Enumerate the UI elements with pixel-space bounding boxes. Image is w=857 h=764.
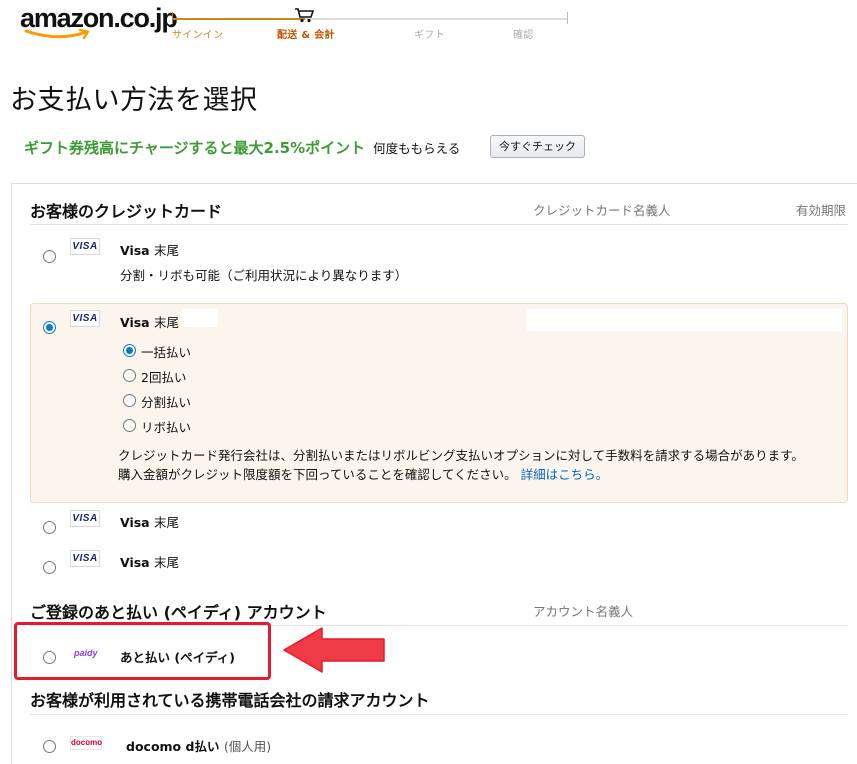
installment-lump-sum-radio[interactable] xyxy=(123,344,136,357)
card-2-label[interactable]: Visa 末尾 xyxy=(120,312,179,331)
redacted-card-holder xyxy=(526,309,842,331)
disclaimer-line-2: 購入金額がクレジット限度額を下回っていることを確認してください。 詳細はこちら。 xyxy=(118,467,609,482)
step-gift: ギフト xyxy=(414,30,445,41)
docomo-radio[interactable] xyxy=(43,740,56,753)
card-4-label[interactable]: Visa 末尾 xyxy=(120,552,179,571)
installment-2x-radio[interactable] xyxy=(123,369,136,382)
details-link-period: 。 xyxy=(595,467,609,482)
installment-revolving-label[interactable]: リボ払い xyxy=(141,417,191,436)
gift-card-promo: ギフト券残高にチャージすると最大2.5%ポイント 何度ももらえる 今すぐチェック xyxy=(24,135,585,158)
installment-split-label[interactable]: 分割払い xyxy=(141,392,191,411)
page-title: お支払い方法を選択 xyxy=(10,85,258,116)
installment-split-radio[interactable] xyxy=(123,394,136,407)
visa-card-icon: VISA xyxy=(70,310,100,327)
step-confirm: 確認 xyxy=(513,30,534,41)
card-1-label[interactable]: Visa 末尾 xyxy=(120,240,179,259)
docomo-logo: docomo xyxy=(70,736,102,750)
progress-fill xyxy=(172,18,305,20)
installment-2x-label[interactable]: 2回払い xyxy=(141,367,186,386)
visa-card-icon: VISA xyxy=(70,550,100,567)
section-divider xyxy=(30,224,848,225)
card-2-radio[interactable] xyxy=(43,321,56,334)
account-holder-column-header: アカウント名義人 xyxy=(533,604,634,619)
smile-arrow-icon xyxy=(24,28,90,40)
progress-tick-end xyxy=(567,12,568,24)
credit-card-section-title: お客様のクレジットカード xyxy=(30,202,223,221)
card-1-installment-note: 分割・リボも可能（ご利用状況により異なります） xyxy=(120,268,408,283)
expiry-column-header: 有効期限 xyxy=(796,203,847,218)
installment-disclaimer: クレジットカード発行会社は、分割払いまたはリボルビング支払いオプションに対して手… xyxy=(118,446,804,484)
card-holder-column-header: クレジットカード名義人 xyxy=(533,203,671,218)
visa-card-icon: VISA xyxy=(70,510,100,527)
check-now-button[interactable]: 今すぐチェック xyxy=(490,135,585,158)
progress-tick-start xyxy=(172,12,173,24)
highlight-annotation-box xyxy=(14,622,271,680)
checkout-progress-bar xyxy=(172,12,568,24)
promo-sub-text: 何度ももらえる xyxy=(373,141,461,156)
card-3-label[interactable]: Visa 末尾 xyxy=(120,512,179,531)
visa-card-icon: VISA xyxy=(70,238,100,255)
card-1-radio[interactable] xyxy=(43,250,56,263)
red-arrow-icon xyxy=(283,627,385,673)
docomo-label[interactable]: docomo d払い (個人用) xyxy=(126,736,271,755)
step-signin: サインイン xyxy=(172,30,224,41)
disclaimer-line-1: クレジットカード発行会社は、分割払いまたはリボルビング支払いオプションに対して手… xyxy=(118,448,804,463)
amazon-logo[interactable]: amazon.co.jp xyxy=(20,2,178,42)
section-divider xyxy=(30,714,848,715)
paidy-section-title: ご登録のあと払い (ペイディ) アカウント xyxy=(30,603,327,622)
details-link[interactable]: 詳細はこちら xyxy=(521,467,596,482)
card-3-radio[interactable] xyxy=(43,521,56,534)
carrier-section-title: お客様が利用されている携帯電話会社の請求アカウント xyxy=(30,691,430,710)
installment-revolving-radio[interactable] xyxy=(123,419,136,432)
redacted-card-number xyxy=(182,309,218,327)
installment-lump-sum-label[interactable]: 一括払い xyxy=(141,342,191,361)
promo-main-text[interactable]: ギフト券残高にチャージすると最大2.5%ポイント xyxy=(24,137,365,158)
cart-icon xyxy=(295,8,315,23)
card-4-radio[interactable] xyxy=(43,561,56,574)
step-shipping-payment: 配送 & 会計 xyxy=(277,30,335,41)
